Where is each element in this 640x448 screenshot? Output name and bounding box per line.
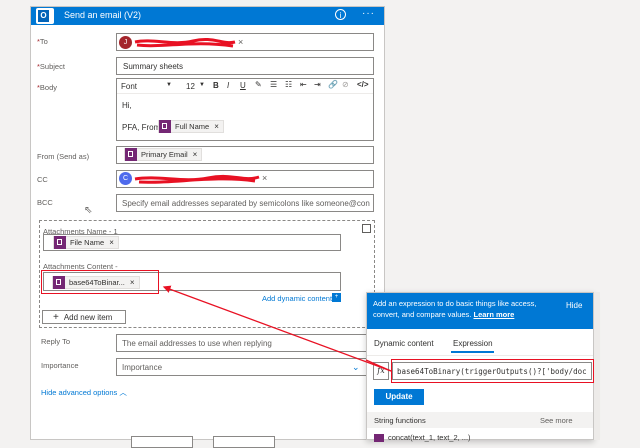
arrow-line-2 [365, 359, 392, 372]
arrow-line-1 [162, 285, 392, 372]
annotation-arrows [162, 285, 392, 372]
